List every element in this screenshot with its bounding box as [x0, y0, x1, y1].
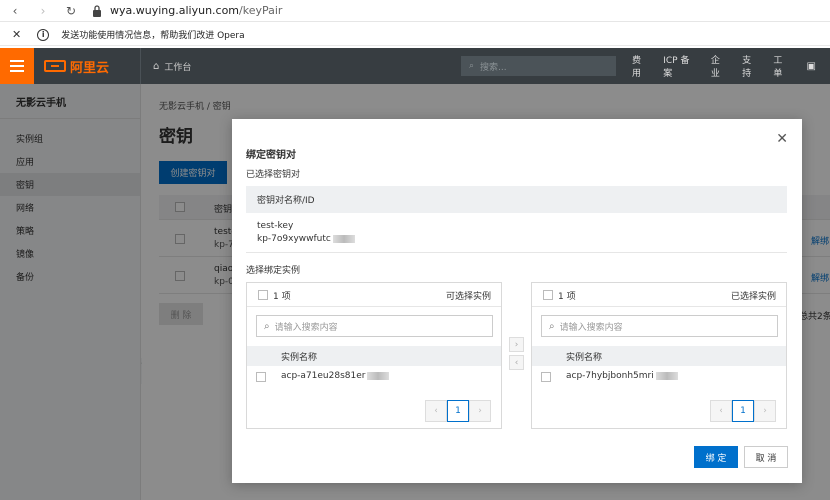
search-input[interactable]: ⌕ 搜索...: [461, 56, 616, 76]
nav-link-billing[interactable]: 费用: [632, 53, 649, 79]
keypair-row: test-key kp-7o9xywwfutc: [246, 213, 787, 253]
menu-icon[interactable]: [0, 48, 34, 84]
prev-page-icon[interactable]: ‹: [425, 400, 447, 422]
column-header: 实例名称: [247, 346, 501, 366]
logo[interactable]: 阿里云: [44, 57, 110, 76]
browser-address-bar: ‹ › ↻ wya.wuying.aliyun.com/keyPair: [0, 0, 830, 22]
panel-title: 已选择实例: [730, 292, 776, 302]
notice-bar: ✕ i 发送功能使用情况信息，帮助我们改进 Opera: [0, 24, 830, 46]
info-icon: i: [37, 28, 50, 41]
download-icon[interactable]: ▣: [807, 61, 816, 72]
nav-links: 费用 ICP 备案 企业 支持 工单 ▣: [632, 48, 830, 84]
close-icon[interactable]: ✕: [12, 28, 21, 41]
notice-text: 发送功能使用情况信息，帮助我们改进 Opera: [61, 31, 245, 41]
list-item[interactable]: acp-7hybjbonh5mri: [532, 367, 786, 387]
nav-link-support[interactable]: 支持: [742, 53, 759, 79]
home-icon: ⌂: [153, 60, 160, 72]
prev-page-icon[interactable]: ‹: [710, 400, 732, 422]
bind-keypair-modal: ✕ 绑定密钥对 已选择密钥对 密钥对名称/ID test-key kp-7o9x…: [232, 119, 802, 483]
nav-link-ticket[interactable]: 工单: [773, 53, 790, 79]
search-input[interactable]: ⌕ 请输入搜索内容: [256, 315, 493, 337]
next-page-icon[interactable]: ›: [754, 400, 776, 422]
pagination: ‹ 1 ›: [425, 400, 491, 422]
selected-keypair-label: 已选择密钥对: [246, 170, 301, 180]
keypair-id: kp-7o9xywwfutc: [257, 234, 355, 244]
keypair-table-header: 密钥对名称/ID: [246, 186, 787, 213]
panel-title: 可选择实例: [445, 292, 491, 302]
search-icon: ⌕: [264, 320, 270, 332]
transfer-buttons: › ‹: [509, 337, 524, 370]
nav-link-enterprise[interactable]: 企业: [711, 53, 728, 79]
modal-title: 绑定密钥对: [246, 150, 296, 161]
forward-icon[interactable]: ›: [36, 4, 50, 18]
nav-link-icp[interactable]: ICP 备案: [663, 53, 697, 79]
move-left-icon[interactable]: ‹: [509, 355, 524, 370]
item-checkbox[interactable]: [541, 372, 551, 382]
move-right-icon[interactable]: ›: [509, 337, 524, 352]
selected-instances-panel: 1 项 已选择实例 ⌕ 请输入搜索内容 实例名称 acp-7hybjbonh5m…: [531, 282, 787, 429]
workbench-link[interactable]: ⌂ 工作台: [140, 48, 191, 84]
bind-button[interactable]: 绑 定: [694, 446, 738, 468]
column-header: 实例名称: [532, 346, 786, 366]
select-all-checkbox[interactable]: [258, 290, 268, 300]
list-item[interactable]: acp-a71eu28s81er: [247, 367, 501, 387]
page-number[interactable]: 1: [732, 400, 754, 422]
keypair-name: test-key: [257, 221, 294, 231]
search-icon: ⌕: [469, 61, 475, 71]
url-text[interactable]: wya.wuying.aliyun.com/keyPair: [110, 4, 282, 17]
lock-icon: [93, 4, 101, 17]
cancel-button[interactable]: 取 消: [744, 446, 788, 468]
next-page-icon[interactable]: ›: [469, 400, 491, 422]
select-all-checkbox[interactable]: [543, 290, 553, 300]
pagination: ‹ 1 ›: [710, 400, 776, 422]
search-input[interactable]: ⌕ 请输入搜索内容: [541, 315, 778, 337]
back-icon[interactable]: ‹: [8, 4, 22, 18]
available-instances-panel: 1 项 可选择实例 ⌕ 请输入搜索内容 实例名称 acp-a71eu28s81e…: [246, 282, 502, 429]
aliyun-logo-icon: [44, 60, 66, 72]
close-icon[interactable]: ✕: [776, 131, 788, 147]
item-checkbox[interactable]: [256, 372, 266, 382]
search-icon: ⌕: [549, 320, 555, 332]
reload-icon[interactable]: ↻: [64, 4, 78, 18]
choose-instance-label: 选择绑定实例: [246, 266, 301, 276]
page-number[interactable]: 1: [447, 400, 469, 422]
